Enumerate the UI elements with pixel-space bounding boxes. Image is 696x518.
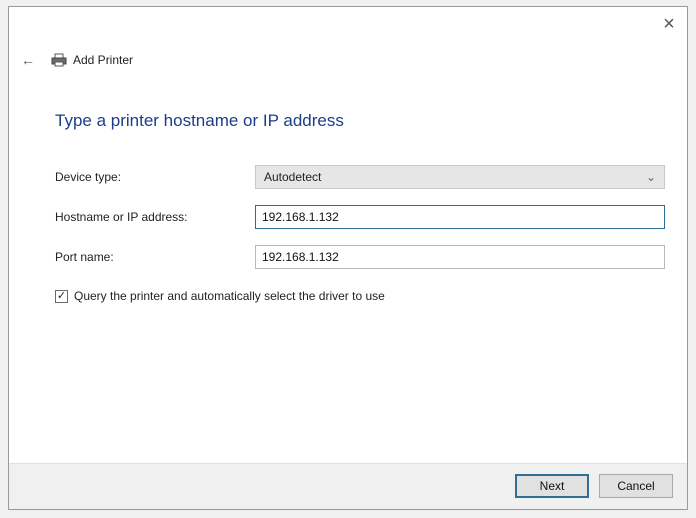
hostname-row: Hostname or IP address: 192.168.1.132 (55, 205, 665, 229)
hostname-value: 192.168.1.132 (262, 210, 339, 224)
printer-icon (51, 53, 67, 67)
close-button[interactable]: × (655, 11, 683, 37)
port-row: Port name: 192.168.1.132 (55, 245, 665, 269)
add-printer-dialog: × ← Add Printer Type a printer hostname … (8, 6, 688, 510)
window-title-wrap: Add Printer (51, 53, 133, 67)
cancel-button[interactable]: Cancel (599, 474, 673, 498)
dialog-footer: Next Cancel (9, 463, 687, 509)
hostname-label: Hostname or IP address: (55, 210, 188, 224)
hostname-input[interactable]: 192.168.1.132 (255, 205, 665, 229)
query-printer-checkbox[interactable]: ✓ (55, 289, 68, 303)
port-label: Port name: (55, 250, 114, 264)
close-icon: × (663, 12, 675, 35)
query-printer-option: ✓ Query the printer and automatically se… (55, 289, 385, 303)
chevron-down-icon: ⌄ (645, 170, 656, 184)
device-type-label: Device type: (55, 170, 122, 184)
nav-header: ← Add Printer (19, 51, 133, 69)
query-printer-label[interactable]: Query the printer and automatically sele… (74, 289, 385, 303)
next-button[interactable]: Next (515, 474, 589, 498)
device-type-value: Autodetect (264, 170, 322, 184)
device-type-select[interactable]: Autodetect ⌄ (255, 165, 665, 189)
port-value: 192.168.1.132 (262, 250, 339, 264)
checkmark-icon: ✓ (56, 289, 67, 302)
back-button[interactable]: ← (19, 51, 37, 69)
page-heading: Type a printer hostname or IP address (55, 111, 344, 130)
window-title: Add Printer (73, 53, 134, 67)
back-arrow-icon: ← (21, 52, 35, 68)
device-type-row: Device type: Autodetect ⌄ (55, 165, 665, 189)
port-input[interactable]: 192.168.1.132 (255, 245, 665, 269)
